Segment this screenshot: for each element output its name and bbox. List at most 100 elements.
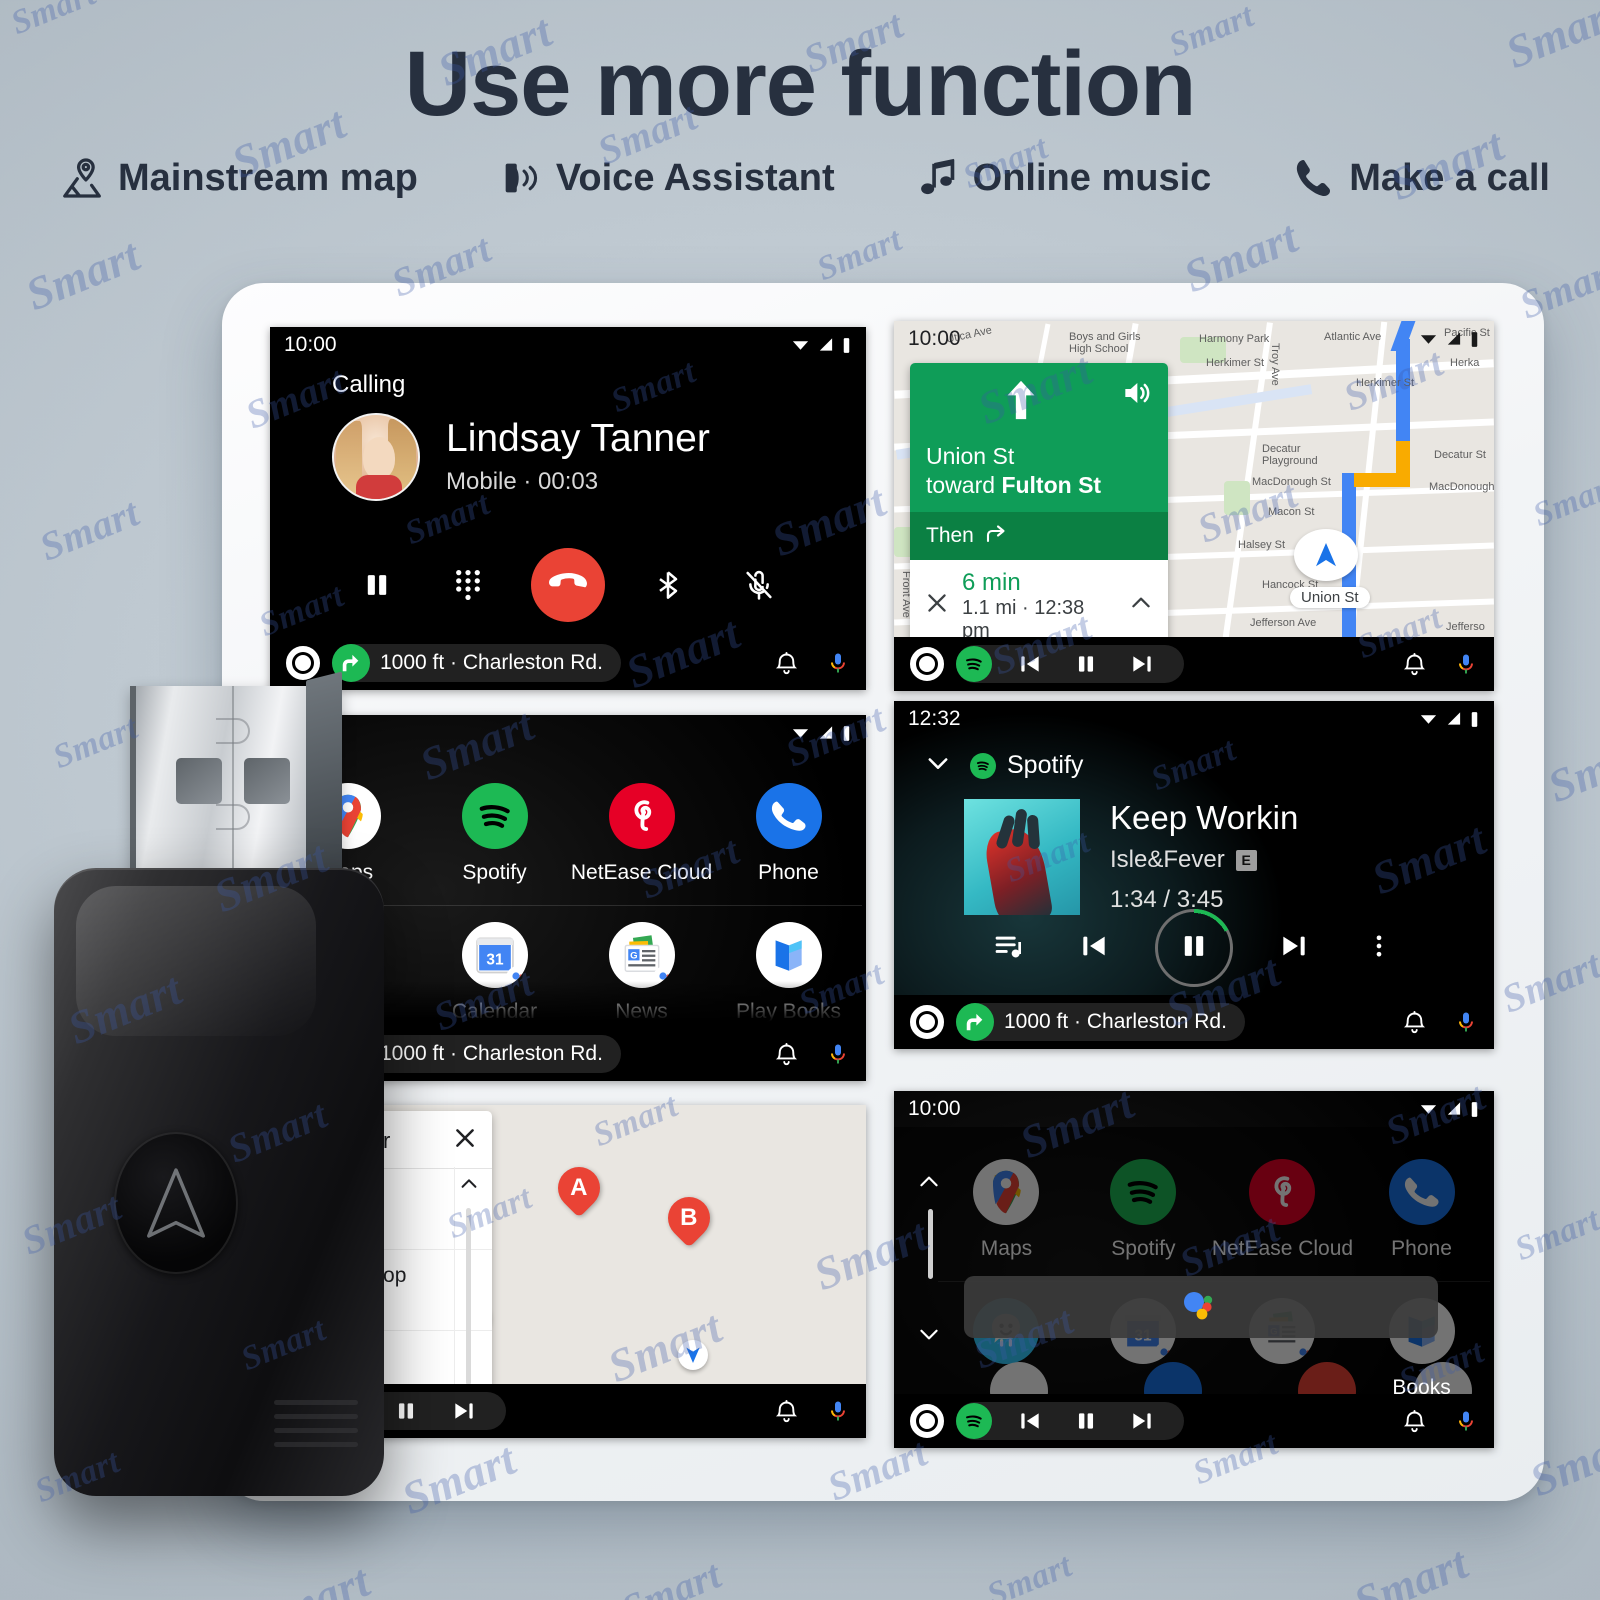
previous-track-icon (1078, 930, 1110, 967)
home-button[interactable] (910, 1005, 944, 1039)
feature-make-a-call: Make a call (1291, 155, 1550, 201)
place-marker-a[interactable]: A (549, 1158, 609, 1218)
feature-label: Make a call (1349, 156, 1550, 199)
assistant-mic-icon[interactable] (1454, 1009, 1478, 1036)
previous-track-button[interactable] (1070, 924, 1118, 972)
google-assistant-overlay-screen[interactable]: 10:00 Maps Spotify NetEase Cloud Phone B… (894, 1091, 1494, 1448)
watermark-text: Smart (248, 1554, 377, 1600)
queue-button[interactable] (985, 924, 1033, 972)
call-action-bar (270, 548, 866, 622)
scroll-track[interactable] (466, 1208, 471, 1385)
signal-icon (1447, 712, 1461, 725)
map-label: MacDonough St (1252, 476, 1331, 488)
assistant-mic-icon[interactable] (1454, 651, 1478, 678)
mute-button[interactable] (732, 558, 786, 612)
battery-icon (1471, 711, 1478, 727)
app-item-netease-cloud[interactable]: NetEase Cloud (1212, 1143, 1353, 1281)
track-title: Keep Workin (1110, 799, 1299, 836)
notifications-bell-icon[interactable] (1401, 1009, 1428, 1036)
pause-icon (360, 568, 394, 602)
status-bar: 12:32 (894, 701, 1494, 737)
close-icon[interactable] (924, 590, 950, 621)
chevron-up-icon[interactable] (1128, 590, 1154, 621)
bottom-nav-bar: 1000 ft · Charleston Rd. (894, 995, 1494, 1049)
assistant-mic-icon[interactable] (1454, 1408, 1478, 1435)
bluetooth-button[interactable] (641, 558, 695, 612)
chevron-down-icon[interactable] (924, 749, 952, 782)
map-label: MacDonough St (1429, 481, 1494, 493)
pause-icon[interactable] (1068, 1403, 1104, 1439)
app-item-news[interactable]: G News (568, 906, 715, 1044)
status-bar: 10:00 (270, 327, 866, 363)
wifi-icon (1420, 335, 1437, 344)
media-app-name: Spotify (1007, 751, 1084, 779)
app-item-play-books[interactable]: Play Books (715, 906, 862, 1044)
pause-icon[interactable] (1068, 646, 1104, 682)
turn-right-icon (956, 1003, 994, 1041)
app-item-maps[interactable]: Maps (938, 1143, 1075, 1281)
home-button[interactable] (910, 647, 944, 681)
signal-icon (1447, 332, 1461, 345)
media-app-header: Spotify (924, 749, 1083, 782)
bottom-nav-bar (894, 637, 1494, 691)
eta-detail: 1.1 mi · 12:38 pm (962, 596, 1085, 642)
next-track-button[interactable] (1270, 924, 1318, 972)
chevron-up-icon[interactable] (916, 1169, 942, 1200)
current-location-puck (1294, 529, 1358, 581)
status-time: 10:00 (284, 333, 337, 356)
app-label: Maps (980, 1237, 1033, 1260)
maneuver-toward: toward Fulton St (926, 471, 1102, 498)
place-marker-b[interactable]: B (659, 1188, 719, 1248)
mic-off-icon (743, 568, 775, 602)
google-news-icon: G (608, 922, 675, 988)
volume-icon[interactable] (1120, 377, 1152, 414)
map-label: Jefferso (1446, 621, 1485, 633)
next-track-icon[interactable] (1124, 1403, 1160, 1439)
app-item-netease-cloud[interactable]: NetEase Cloud (568, 767, 715, 905)
home-button[interactable] (910, 1404, 944, 1438)
spotify-icon[interactable] (956, 646, 992, 682)
notifications-bell-icon[interactable] (1401, 651, 1428, 678)
battery-icon (1471, 331, 1478, 347)
assistant-mic-icon[interactable] (826, 1041, 850, 1068)
notifications-bell-icon[interactable] (773, 1398, 800, 1425)
watermark-text: Smart (615, 1551, 728, 1600)
map-pin-route-icon (60, 155, 106, 201)
media-control-bar (894, 909, 1494, 987)
maneuver-card: Union St toward Fulton St (910, 363, 1168, 512)
notifications-bell-icon[interactable] (773, 650, 800, 677)
battery-icon (1471, 1101, 1478, 1117)
status-indicators (791, 337, 852, 354)
assistant-mic-icon[interactable] (826, 1398, 850, 1425)
spotify-now-playing-screen[interactable]: 12:32 Spotify Keep Workin Isle&Fever E 1… (894, 701, 1494, 1049)
notifications-bell-icon[interactable] (773, 1041, 800, 1068)
app-item-phone[interactable]: Phone (715, 767, 862, 905)
page-title: Use more function (404, 33, 1197, 135)
end-call-button[interactable] (530, 548, 605, 622)
signal-icon (1447, 1102, 1461, 1115)
previous-track-icon[interactable] (1012, 1403, 1048, 1439)
spotify-icon[interactable] (956, 1403, 992, 1439)
explicit-badge: E (1235, 849, 1257, 871)
turn-by-turn-card[interactable]: Union St toward Fulton St Then 6 min 1.1… (910, 363, 1168, 652)
google-maps-navigation-screen[interactable]: Utica Ave Boys and Girls High School Harm… (894, 321, 1494, 691)
assistant-input-bar[interactable] (964, 1276, 1438, 1338)
previous-track-icon[interactable] (1012, 646, 1048, 682)
media-controls-pill[interactable] (956, 645, 1184, 683)
overflow-menu-button[interactable] (1355, 924, 1403, 972)
play-pause-button[interactable] (1155, 909, 1233, 987)
media-controls-pill[interactable] (956, 1402, 1184, 1440)
scroll-thumb[interactable] (928, 1209, 933, 1279)
chevron-down-icon[interactable] (916, 1321, 942, 1352)
hold-button[interactable] (350, 558, 404, 612)
app-item-spotify[interactable]: Spotify (1075, 1143, 1212, 1281)
notifications-bell-icon[interactable] (1401, 1408, 1428, 1435)
chevron-up-icon[interactable] (458, 1173, 480, 1200)
next-track-icon[interactable] (1124, 646, 1160, 682)
phone-call-screen[interactable]: 10:00 Calling Lindsay Tanner Mobile · 00… (270, 327, 866, 690)
assistant-badge-icon (1154, 1342, 1177, 1364)
navigation-suggestion-pill[interactable]: 1000 ft · Charleston Rd. (956, 1003, 1245, 1041)
app-item-phone[interactable]: Phone (1353, 1143, 1490, 1281)
dialpad-button[interactable] (441, 558, 495, 612)
assistant-mic-icon[interactable] (826, 650, 850, 677)
